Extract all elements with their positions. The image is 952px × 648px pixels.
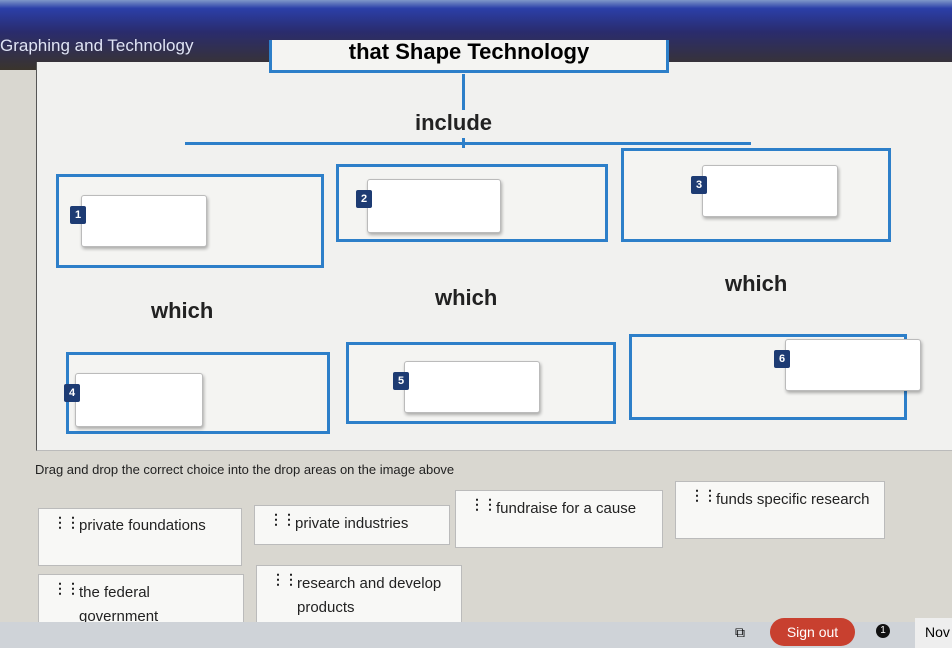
connector (185, 142, 751, 145)
choice-funds-specific-research[interactable]: ⋮⋮ funds specific research (675, 481, 885, 539)
which-label-1: which (151, 298, 214, 323)
drop-zone-3[interactable]: 3 (691, 165, 838, 217)
include-label: include (415, 110, 493, 135)
branch-box-3: 3 (621, 148, 891, 242)
drop-zone-6[interactable]: 6 (774, 339, 921, 391)
drag-handle-icon: ⋮⋮ (53, 580, 80, 596)
instructions: Drag and drop the correct choice into th… (35, 462, 455, 477)
which-label-3: which (725, 271, 788, 296)
branch-box-1: 1 (56, 174, 324, 268)
drag-handle-icon: ⋮⋮ (53, 514, 80, 530)
drop-zone-1[interactable]: 1 (70, 195, 207, 247)
branch-box-5: 5 (346, 342, 616, 424)
drop-zone-5[interactable]: 5 (393, 361, 540, 413)
branch-box-4: 4 (64, 352, 330, 434)
drag-handle-icon: ⋮⋮ (271, 571, 298, 587)
choice-private-industries[interactable]: ⋮⋮ private industries (254, 505, 450, 545)
drop-zone-4[interactable]: 4 (64, 373, 203, 427)
branch-box-6: 6 (629, 334, 921, 420)
choice-fundraise-for-a-cause[interactable]: ⋮⋮ fundraise for a cause (455, 490, 663, 548)
page-title: Graphing and Technology (0, 36, 194, 55)
branch-box-2: 2 (336, 164, 608, 242)
top-concept-box: that Shape Technology (269, 40, 669, 73)
connector (462, 74, 465, 110)
choice-research-and-develop-products[interactable]: ⋮⋮ research and develop products (256, 565, 462, 625)
notification-badge[interactable]: 1 (876, 624, 890, 638)
which-label-2: which (435, 285, 498, 310)
choice-private-foundations[interactable]: ⋮⋮ private foundations (38, 508, 242, 566)
sign-out-button[interactable]: Sign out (770, 618, 855, 646)
drag-handle-icon: ⋮⋮ (269, 511, 296, 527)
screenshot-icon[interactable]: ⧉ (735, 624, 745, 641)
date-display: Nov (915, 618, 952, 648)
drag-handle-icon: ⋮⋮ (470, 496, 497, 512)
diagram-canvas: that Shape Technology include 1 2 3 whic… (36, 40, 952, 451)
drag-handle-icon: ⋮⋮ (690, 487, 717, 503)
drop-zone-2[interactable]: 2 (356, 179, 501, 233)
